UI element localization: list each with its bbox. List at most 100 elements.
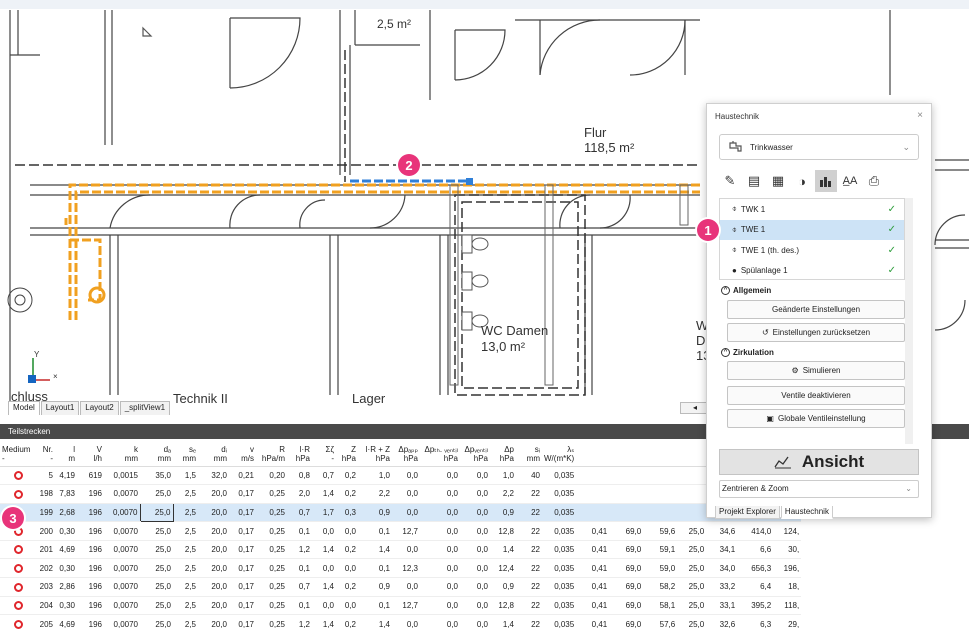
table-cell[interactable]: 656,3 — [737, 558, 774, 579]
table-cell[interactable]: 2,5 — [173, 577, 198, 597]
table-cell[interactable]: 22 — [516, 558, 542, 579]
table-cell[interactable]: 2,0 — [287, 484, 312, 504]
table-cell[interactable]: 2,5 — [173, 614, 198, 632]
table-cell[interactable]: 0,035 — [542, 540, 577, 560]
table-row[interactable]: 200 0,30 196 0,0070 25,0 2,5 20,0 0,17 0,25 0,1 0,… — [0, 521, 802, 541]
table-cell[interactable]: 12,8 — [490, 596, 516, 616]
table-cell[interactable]: 2,68 — [55, 503, 77, 523]
table-cell[interactable]: 1,4 — [490, 540, 516, 560]
table-cell[interactable]: 0,0070 — [104, 521, 140, 541]
table-cell[interactable]: 1,4 — [358, 614, 392, 632]
table-row[interactable]: 201 4,69 196 0,0070 25,0 2,5 20,0 0,17 0,25 1,2 1,… — [0, 540, 802, 560]
bar-chart-icon[interactable] — [815, 170, 837, 192]
table-cell[interactable]: 619 — [77, 466, 104, 486]
table-cell[interactable]: 0,2 — [336, 540, 358, 560]
table-cell[interactable]: 22 — [516, 614, 542, 632]
table-cell[interactable] — [643, 503, 678, 523]
table-cell[interactable]: 395,2 — [737, 596, 774, 616]
table-cell[interactable]: 0,9 — [358, 577, 392, 597]
table-cell[interactable]: 201 — [37, 540, 55, 560]
medium-cell[interactable] — [0, 596, 37, 616]
table-cell[interactable]: 25,0 — [677, 540, 707, 560]
table-row[interactable]: 203 2,86 196 0,0070 25,0 2,5 20,0 0,17 0,25 0,7 1,… — [0, 577, 802, 597]
table-cell[interactable]: 0,0 — [392, 503, 420, 523]
medium-cell[interactable] — [0, 484, 37, 504]
table-cell[interactable]: 59,6 — [643, 521, 678, 541]
table-cell[interactable]: 30, — [773, 540, 802, 560]
table-cell[interactable]: 0,0 — [460, 596, 490, 616]
table-cell[interactable]: 124, — [773, 521, 802, 541]
table-cell[interactable] — [576, 484, 610, 504]
table-cell[interactable]: 0,035 — [542, 484, 577, 504]
table-cell[interactable]: 35,0 — [140, 466, 173, 486]
table-cell[interactable]: 200 — [37, 521, 55, 541]
ventile-deaktivieren-button[interactable]: Ventile deaktivieren — [727, 386, 905, 405]
table-cell[interactable]: 2,2 — [358, 484, 392, 504]
table-cell[interactable]: 0,0 — [460, 540, 490, 560]
table-cell[interactable]: 0,0 — [460, 558, 490, 579]
table-cell[interactable]: 199 — [37, 503, 55, 523]
strang-item-twe1-th-des[interactable]: ⌽ TWE 1 (th. des.) ✓ — [720, 240, 904, 261]
column-header[interactable]: dᵢ — [198, 439, 229, 454]
table-cell[interactable]: 22 — [516, 503, 542, 523]
table-cell[interactable]: 69,0 — [609, 521, 644, 541]
column-header[interactable]: R — [256, 439, 287, 454]
table-cell[interactable]: 25,0 — [140, 558, 173, 579]
table-cell[interactable]: 32,0 — [198, 466, 229, 486]
column-header[interactable]: sₑ — [173, 439, 198, 454]
table-cell[interactable]: 0,7 — [287, 577, 312, 597]
table-cell[interactable]: 34,6 — [706, 521, 738, 541]
table-cell[interactable]: 25,0 — [677, 577, 707, 597]
table-cell[interactable]: 58,1 — [643, 596, 678, 616]
medium-cell[interactable] — [0, 540, 37, 560]
geaenderte-einstellungen-button[interactable]: Geänderte Einstellungen — [727, 300, 905, 319]
table-cell[interactable]: 0,035 — [542, 521, 577, 541]
table-cell[interactable]: 0,0015 — [104, 466, 140, 486]
table-cell[interactable]: 20,0 — [198, 521, 229, 541]
table-cell[interactable]: 1,0 — [358, 466, 392, 486]
globale-ventileinstellung-button[interactable]: ▣ Globale Ventileinstellung — [727, 409, 905, 428]
column-header[interactable] — [576, 439, 609, 454]
table-cell[interactable]: 2,5 — [173, 503, 198, 523]
table-cell[interactable]: 2,86 — [55, 577, 77, 597]
table-cell[interactable]: 69,0 — [609, 596, 644, 616]
table-cell[interactable]: 0,0070 — [104, 540, 140, 560]
table-cell[interactable]: 196 — [77, 596, 104, 616]
table-cell[interactable]: 0,0 — [420, 521, 460, 541]
table-cell[interactable]: 196, — [773, 558, 802, 579]
table-cell[interactable]: 0,17 — [229, 558, 256, 579]
table-cell[interactable]: 25,0 — [140, 540, 173, 560]
table-cell[interactable]: 202 — [37, 558, 55, 579]
table-cell[interactable]: 0,1 — [358, 596, 392, 616]
column-header[interactable]: λₛ — [542, 439, 576, 454]
table-cell[interactable]: 0,0 — [460, 484, 490, 504]
table-cell[interactable]: 0,20 — [256, 466, 287, 486]
table-cell[interactable]: 198 — [37, 484, 55, 504]
table-cell[interactable]: 0,0 — [312, 596, 336, 616]
table-row[interactable]: 204 0,30 196 0,0070 25,0 2,5 20,0 0,17 0,25 0,1 0,… — [0, 596, 802, 616]
table-cell[interactable] — [576, 466, 610, 486]
column-header[interactable]: Σζ — [312, 439, 336, 454]
table-cell[interactable]: 0,1 — [287, 521, 312, 541]
layout-tab-model[interactable]: Model — [8, 401, 40, 415]
table-cell[interactable]: 1,4 — [312, 614, 336, 632]
table-cell[interactable]: 0,2 — [336, 484, 358, 504]
table-cell[interactable]: 18, — [773, 577, 802, 597]
table-cell[interactable]: 0,0 — [420, 577, 460, 597]
table-cell[interactable]: 32,6 — [706, 614, 738, 632]
table-cell[interactable]: 69,0 — [609, 540, 644, 560]
table-cell[interactable]: 196 — [77, 540, 104, 560]
table-cell[interactable]: 40 — [516, 466, 542, 486]
table-cell[interactable]: 1,2 — [287, 540, 312, 560]
table-cell[interactable]: 0,035 — [542, 596, 577, 616]
table-cell[interactable]: 0,17 — [229, 577, 256, 597]
table-cell[interactable]: 0,0 — [420, 503, 460, 523]
layout-tab-layout2[interactable]: Layout2 — [80, 401, 119, 415]
table-cell[interactable]: 0,25 — [256, 596, 287, 616]
table-cell[interactable]: 29, — [773, 614, 802, 632]
table-cell[interactable] — [677, 503, 707, 523]
table-cell[interactable]: 2,5 — [173, 596, 198, 616]
medium-cell[interactable] — [0, 614, 37, 632]
table-cell[interactable]: 69,0 — [609, 614, 644, 632]
table-cell[interactable]: 0,17 — [229, 503, 256, 523]
